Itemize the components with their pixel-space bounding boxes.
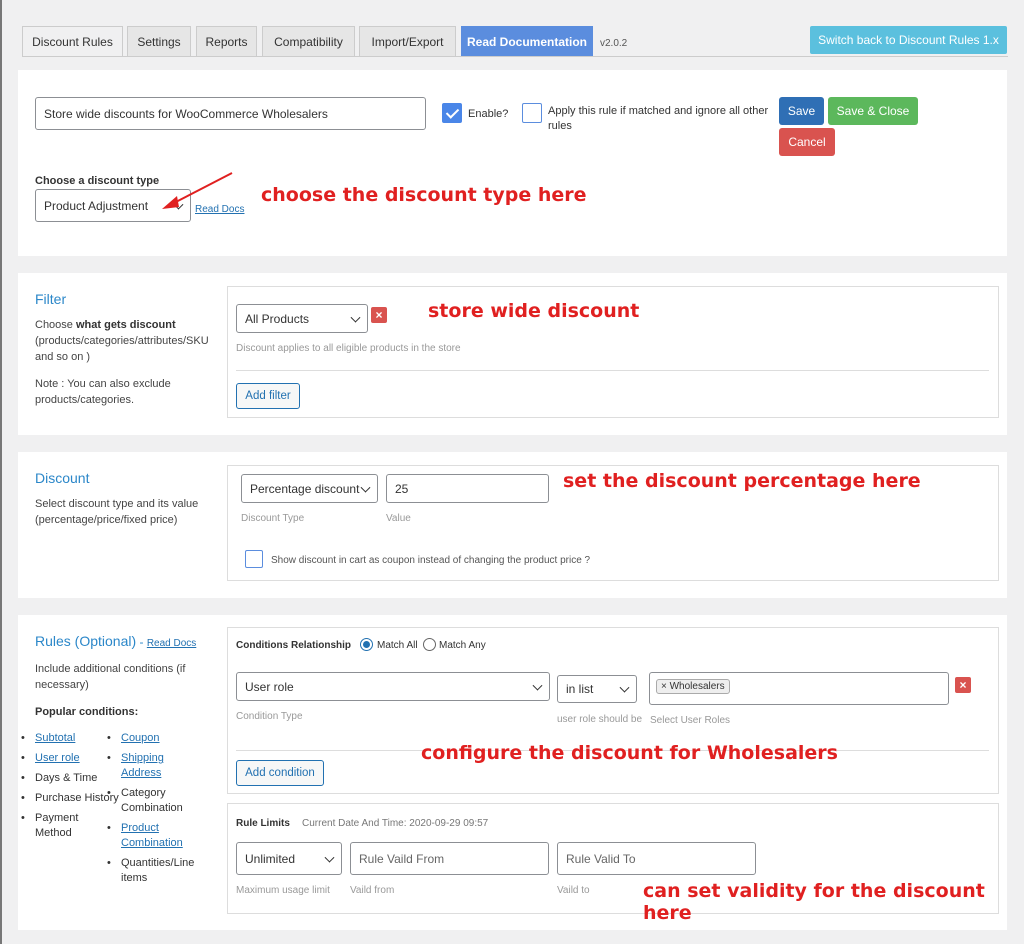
window-edge [0, 0, 2, 944]
enable-label: Enable? [468, 108, 509, 120]
coupon-checkbox[interactable] [245, 550, 263, 568]
tabs-divider [22, 56, 1008, 57]
popular-condition-days-time: Days & Time [21, 771, 116, 786]
popular-condition-coupon[interactable]: Coupon [107, 731, 202, 746]
annotation-wholesalers: configure the discount for Wholesalers [421, 742, 838, 764]
remove-condition-icon[interactable]: × [955, 677, 971, 693]
tab-import-export[interactable]: Import/Export [359, 26, 456, 56]
annotation-store-wide: store wide discount [428, 300, 640, 322]
match-any-label: Match Any [439, 640, 486, 651]
condition-operator-value: in list [566, 682, 594, 696]
discount-type-label: Choose a discount type [35, 175, 160, 187]
wholesalers-tag[interactable]: × Wholesalers [656, 679, 730, 694]
usage-limit-hint: Maximum usage limit [236, 885, 330, 896]
match-all-radio[interactable] [360, 638, 373, 651]
filter-note: Note : You can also exclude products/cat… [35, 378, 171, 406]
cancel-button[interactable]: Cancel [779, 128, 835, 156]
filter-title: Filter [35, 291, 67, 307]
popular-conditions-col2: Coupon Shipping Address Category Combina… [107, 731, 202, 891]
discount-type-2-value: Percentage discount [250, 481, 360, 496]
tab-reports[interactable]: Reports [196, 26, 257, 56]
conditions-box [227, 627, 999, 794]
rules-heading: Rules (Optional) - Read Docs [35, 633, 197, 649]
annotation-discount-type: choose the discount type here [261, 184, 587, 206]
popular-condition-quantities: Quantities/Line items [107, 856, 202, 886]
discount-type-value: Product Adjustment [44, 198, 149, 213]
rule-limits-label: Rule Limits [236, 818, 290, 829]
match-all-label: Match All [377, 640, 418, 651]
valid-from-input[interactable]: Rule Vaild From [350, 842, 549, 875]
add-condition-button[interactable]: Add condition [236, 760, 324, 786]
usage-limit-select[interactable]: Unlimited [236, 842, 342, 875]
filter-divider [236, 370, 989, 371]
filter-description: Choose what gets discount (products/categ… [35, 319, 209, 363]
rules-title: Rules (Optional) [35, 633, 137, 649]
exclusive-label: Apply this rule if matched and ignore al… [548, 105, 769, 132]
add-filter-button[interactable]: Add filter [236, 383, 300, 409]
chevron-down-icon [350, 312, 361, 323]
valid-to-input[interactable]: Rule Valid To [557, 842, 756, 875]
user-roles-multiselect[interactable]: × Wholesalers [649, 672, 949, 705]
filter-type-select[interactable]: All Products [236, 304, 368, 333]
tab-discount-rules[interactable]: Discount Rules [22, 26, 123, 57]
tab-compatibility[interactable]: Compatibility [262, 26, 355, 56]
filter-hint: Discount applies to all eligible product… [236, 343, 461, 354]
popular-condition-payment-method: Payment Method [21, 811, 91, 841]
exclusive-checkbox[interactable] [522, 103, 542, 123]
save-close-button[interactable]: Save & Close [828, 97, 918, 125]
chevron-down-icon [619, 682, 630, 693]
rule-name-input[interactable]: Store wide discounts for WooCommerce Who… [35, 97, 426, 130]
popular-conditions-label: Popular conditions: [35, 706, 139, 718]
remove-filter-icon[interactable]: × [371, 307, 387, 323]
discount-title: Discount [35, 470, 90, 486]
valid-to-hint: Vaild to [557, 885, 590, 896]
filter-type-value: All Products [245, 311, 310, 326]
popular-condition-category-combination: Category Combination [107, 786, 187, 816]
valid-from-hint: Vaild from [350, 885, 395, 896]
chevron-down-icon [360, 482, 371, 493]
annotation-validity: can set validity for the discount here [643, 880, 985, 924]
rules-read-docs-link[interactable]: Read Docs [147, 638, 196, 649]
discount-type-hint: Discount Type [241, 513, 305, 524]
popular-condition-user-role[interactable]: User role [21, 751, 116, 766]
discount-value-hint: Value [386, 513, 411, 524]
conditions-relationship-label: Conditions Relationship [236, 640, 351, 651]
condition-type-value: User role [245, 679, 294, 694]
usage-limit-value: Unlimited [245, 851, 296, 866]
coupon-label: Show discount in cart as coupon instead … [271, 555, 591, 566]
popular-condition-product-combination[interactable]: Product Combination [107, 821, 187, 851]
popular-condition-shipping-address[interactable]: Shipping Address [107, 751, 177, 781]
save-button[interactable]: Save [779, 97, 824, 125]
tab-read-documentation[interactable]: Read Documentation [461, 26, 593, 56]
popular-condition-subtotal[interactable]: Subtotal [21, 731, 116, 746]
user-roles-hint: Select User Roles [650, 715, 731, 726]
condition-operator-select[interactable]: in list [557, 675, 637, 703]
rules-description: Include additional conditions (if necess… [35, 663, 186, 691]
condition-type-select[interactable]: User role [236, 672, 550, 701]
discount-description: Select discount type and its value (perc… [35, 498, 199, 526]
condition-operator-hint: user role should be [557, 714, 643, 725]
match-any-radio[interactable] [423, 638, 436, 651]
discount-type-select-2[interactable]: Percentage discount [241, 474, 378, 503]
enable-checkbox[interactable] [442, 103, 462, 123]
annotation-percentage: set the discount percentage here [563, 470, 921, 492]
discount-value-input[interactable]: 25 [386, 474, 549, 503]
switch-version-button[interactable]: Switch back to Discount Rules 1.x [810, 26, 1007, 54]
version-label: v2.0.2 [600, 38, 628, 49]
popular-condition-purchase-history: Purchase History [21, 791, 119, 806]
popular-conditions-col1: Subtotal User role Days & Time Purchase … [21, 731, 119, 846]
current-date-label: Current Date And Time: 2020-09-29 09:57 [302, 818, 489, 829]
chevron-down-icon [324, 852, 335, 863]
chevron-down-icon [532, 680, 543, 691]
annotation-arrow-icon [162, 172, 233, 209]
condition-type-hint: Condition Type [236, 711, 303, 722]
tab-settings[interactable]: Settings [127, 26, 191, 56]
